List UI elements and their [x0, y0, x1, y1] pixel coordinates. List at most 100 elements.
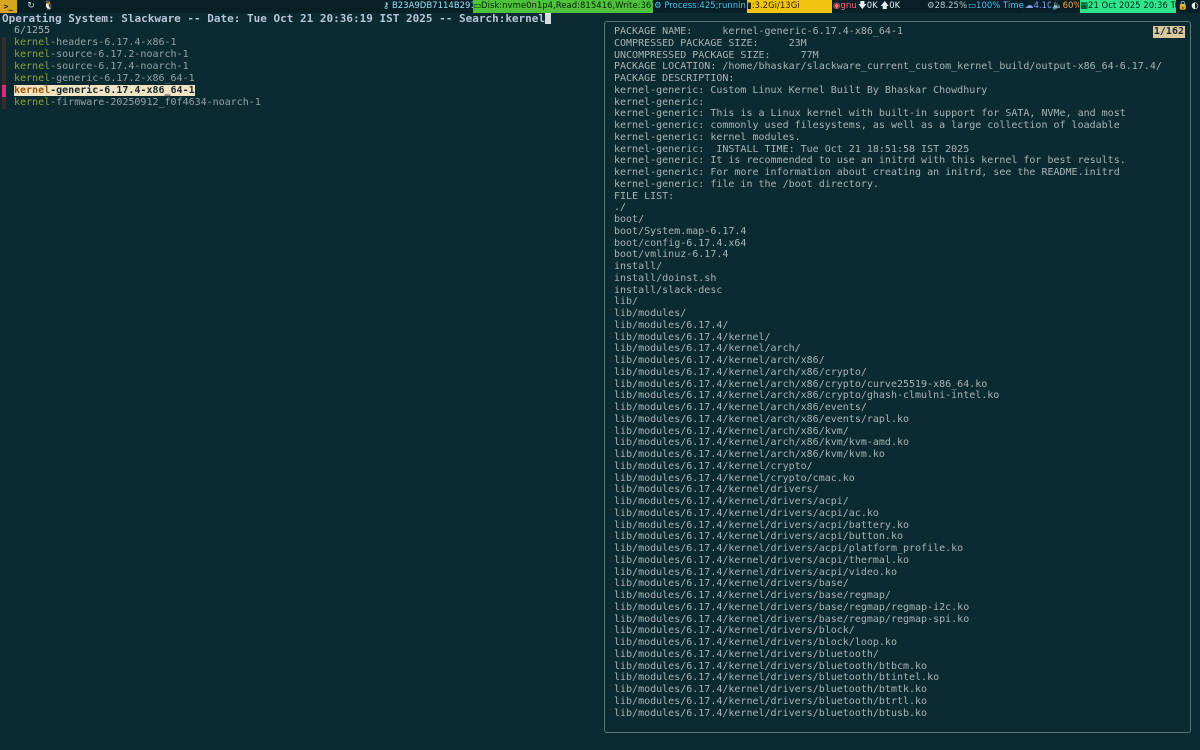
display-value: 4.10 [1033, 1, 1052, 11]
preview-line: lib/modules/6.17.4/kernel/arch/x86/crypt… [614, 390, 1000, 402]
net-up: 0K [889, 1, 901, 11]
preview-line: boot/config-6.17.4.x64 [614, 237, 747, 249]
preview-line: lib/modules/6.17.4/kernel/drivers/acpi/p… [614, 543, 964, 554]
list-item-selected[interactable]: kernel-generic-6.17.4-x86_64-1 [0, 85, 600, 97]
preview-line: lib/modules/6.17.4/kernel/drivers/blueto… [614, 707, 928, 719]
display-widget: ☁ 4.10 [1025, 0, 1051, 13]
prompt-text: Operating System: Slackware -- Date: Tue… [2, 12, 546, 25]
wifi-ssid: gnu_linux1 [840, 1, 857, 11]
preview-line: lib/modules/6.17.4/kernel/drivers/blueto… [614, 695, 928, 707]
lock-icon[interactable]: 🔒 [1178, 0, 1188, 13]
preview-line: lib/modules/6.17.4/kernel/drivers/base/r… [614, 601, 970, 613]
package-name-rest: -generic-6.17.4-x86_64-1 [50, 85, 195, 96]
calendar-icon: ▦ [1080, 1, 1089, 11]
preview-line: lib/ [614, 296, 639, 308]
match-text: kernel [14, 37, 51, 48]
preview-line: install/slack-desc [614, 284, 723, 296]
selection-marker [2, 73, 6, 85]
battery-icon: ▭ [968, 1, 977, 11]
preview-line: lib/modules/ [614, 308, 687, 319]
preview-line: lib/modules/6.17.4/kernel/arch/x86/kvm/ [614, 425, 849, 437]
cpu-icon: ⚙ [927, 1, 935, 11]
preview-line: lib/modules/6.17.4/kernel/arch/x86/kvm/k… [614, 437, 910, 449]
preview-line: lib/modules/6.17.4/kernel/drivers/acpi/v… [614, 566, 897, 578]
preview-line: lib/modules/6.17.4/kernel/drivers/blueto… [614, 684, 928, 695]
preview-line: kernel-generic: Custom Linux Kernel Buil… [614, 84, 988, 96]
preview-line: ./ [614, 202, 627, 214]
selection-marker [2, 97, 6, 109]
selection-marker [2, 49, 6, 61]
preview-line: lib/modules/6.17.4/kernel/drivers/acpi/b… [614, 531, 903, 543]
volume-widget[interactable]: 🔈60% [1052, 0, 1079, 13]
preview-line: kernel-generic: It is recommended to use… [614, 155, 1126, 167]
list-item[interactable]: kernel-generic-6.17.2-x86_64-1 [0, 73, 600, 85]
datetime: 21 Oct 2025 20:36 Tue [1088, 1, 1176, 11]
preview-line: lib/modules/6.17.4/kernel/ [614, 331, 771, 343]
preview-line: lib/modules/6.17.4/kernel/drivers/blueto… [614, 648, 879, 660]
process-icon: ⚙ [654, 1, 665, 11]
preview-line: lib/modules/6.17.4/kernel/arch/x86/crypt… [614, 366, 867, 378]
preview-line: lib/modules/6.17.4/kernel/crypto/ [614, 460, 813, 472]
tray-icon[interactable]: ◐ [1190, 0, 1200, 13]
volume-icon: 🔈 [1052, 1, 1063, 11]
list-item-label: kernel-source-6.17.2-noarch-1 [14, 49, 189, 60]
preview-line: lib/modules/6.17.4/kernel/arch/x86/kvm/k… [614, 449, 885, 460]
selection-marker [2, 85, 6, 97]
preview-line: lib/modules/6.17.4/ [614, 319, 729, 331]
list-item-label: kernel-source-6.17.4-noarch-1 [14, 61, 189, 72]
list-item[interactable]: kernel-headers-6.17.4-x86-1 [0, 37, 600, 49]
list-item[interactable]: kernel-source-6.17.4-noarch-1 [0, 61, 600, 73]
memory-widget: ▮:3.2Gi/13Gi [747, 0, 832, 13]
preview-line: lib/modules/6.17.4/kernel/drivers/base/r… [614, 590, 891, 601]
preview-line: kernel-generic: file in the /boot direct… [614, 178, 879, 190]
process-stats: Process:425;running:6 [664, 1, 746, 11]
match-text: kernel [14, 85, 51, 96]
preview-line: lib/modules/6.17.4/kernel/drivers/acpi/t… [614, 554, 910, 566]
preview-line: COMPRESSED PACKAGE SIZE: 23M [614, 37, 807, 49]
package-name-rest: -firmware-20250912_f0f4634-noarch-1 [50, 97, 261, 108]
preview-line: lib/modules/6.17.4/kernel/drivers/blueto… [614, 672, 940, 684]
package-name-rest: -source-6.17.4-noarch-1 [50, 61, 189, 72]
package-name-rest: -source-6.17.2-noarch-1 [50, 49, 189, 60]
preview-line: kernel-generic: commonly used filesystem… [614, 120, 1120, 131]
preview-line: install/doinst.sh [614, 272, 717, 284]
list-item-label: kernel-headers-6.17.4-x86-1 [14, 37, 177, 48]
network-widget: 🡇 0K 🡅 0K [858, 0, 926, 13]
datetime-widget: ▦ 21 Oct 2025 20:36 Tue [1080, 0, 1176, 13]
volume-level: 60% [1062, 1, 1079, 11]
list-item-label: kernel-generic-6.17.4-x86_64-1 [14, 85, 195, 96]
preview-content: PACKAGE NAME: kernel-generic-6.17.4-x86_… [614, 26, 1162, 719]
selection-marker [2, 61, 6, 73]
battery-status: 100% Time_Remain [976, 1, 1024, 11]
result-counter: 6/1255 [14, 25, 51, 36]
list-item-label: kernel-generic-6.17.2-x86_64-1 [14, 73, 195, 84]
results-list[interactable]: kernel-headers-6.17.4-x86-1 kernel-source… [0, 37, 600, 109]
net-down: 0K [866, 1, 878, 11]
preview-line: boot/System.map-6.17.4 [614, 225, 747, 237]
list-item[interactable]: kernel-firmware-20250912_f0f4634-noarch-… [0, 97, 600, 109]
text-cursor [545, 13, 552, 24]
preview-line: lib/modules/6.17.4/kernel/arch/x86/crypt… [614, 378, 988, 390]
list-item[interactable]: kernel-source-6.17.2-noarch-1 [0, 49, 600, 61]
process-widget: ⚙ Process:425;running:6 [654, 0, 746, 13]
preview-line: boot/ [614, 214, 645, 225]
preview-pane[interactable]: PACKAGE NAME: kernel-generic-6.17.4-x86_… [604, 21, 1191, 733]
preview-line: PACKAGE NAME: kernel-generic-6.17.4-x86_… [614, 26, 903, 37]
preview-line: FILE LIST: [614, 190, 675, 202]
selection-marker [2, 37, 6, 49]
preview-line: lib/modules/6.17.4/kernel/drivers/block/ [614, 625, 855, 637]
preview-line: kernel-generic: [614, 96, 705, 108]
preview-line: lib/modules/6.17.4/kernel/drivers/ [614, 484, 819, 496]
battery-widget: ▭100% Time_Remain [968, 0, 1024, 13]
list-item-label: kernel-firmware-20250912_f0f4634-noarch-… [14, 97, 261, 108]
preview-line: lib/modules/6.17.4/kernel/drivers/acpi/ [614, 496, 849, 507]
package-name-rest: -generic-6.17.2-x86_64-1 [50, 73, 195, 84]
preview-line: lib/modules/6.17.4/kernel/arch/x86/event… [614, 413, 910, 425]
wifi-widget: ◉gnu_linux1 [833, 0, 857, 13]
preview-line: kernel-generic: INSTALL TIME: Tue Oct 21… [614, 143, 970, 155]
package-name-rest: -headers-6.17.4-x86-1 [50, 37, 177, 48]
search-prompt[interactable]: Operating System: Slackware -- Date: Tue… [2, 12, 552, 26]
preview-line: UNCOMPRESSED PACKAGE SIZE: 77M [614, 49, 819, 61]
wifi-icon: ◉ [833, 1, 841, 11]
upload-icon: 🡅 [877, 1, 890, 11]
